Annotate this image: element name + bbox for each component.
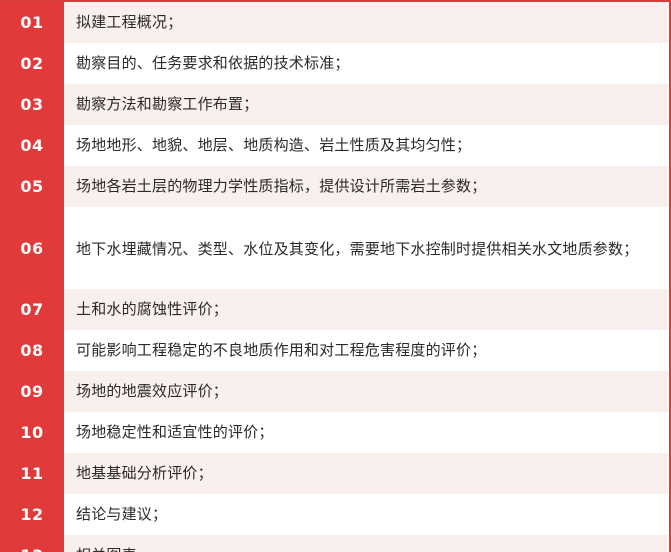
row-text: 土和水的腐蚀性评价； [76, 300, 229, 318]
row-text: 拟建工程概况； [76, 13, 183, 31]
row-number: 06 [0, 207, 64, 289]
table-row: 08 可能影响工程稳定的不良地质作用和对工程危害程度的评价； [0, 330, 669, 371]
row-number: 12 [0, 494, 64, 535]
row-number: 11 [0, 453, 64, 494]
row-number: 08 [0, 330, 64, 371]
table-row: 11 地基基础分析评价； [0, 453, 669, 494]
table-row: 12 结论与建议； [0, 494, 669, 535]
table-row: 07 土和水的腐蚀性评价； [0, 289, 669, 330]
row-text: 结论与建议； [76, 505, 168, 523]
table-row: 01 拟建工程概况； [0, 2, 669, 43]
row-text: 场地地形、地貌、地层、地质构造、岩土性质及其均匀性； [76, 136, 472, 154]
table-row: 02 勘察目的、任务要求和依据的技术标准； [0, 43, 669, 84]
table-row: 06 地下水埋藏情况、类型、水位及其变化，需要地下水控制时提供相关水文地质参数； [0, 207, 669, 289]
table-row: 10 场地稳定性和适宜性的评价； [0, 412, 669, 453]
table-row: 09 场地的地震效应评价； [0, 371, 669, 412]
row-number: 03 [0, 84, 64, 125]
row-number: 01 [0, 2, 64, 43]
row-text: 可能影响工程稳定的不良地质作用和对工程危害程度的评价； [76, 341, 487, 359]
table-row: 04 场地地形、地貌、地层、地质构造、岩土性质及其均匀性； [0, 125, 669, 166]
requirements-table: 01 拟建工程概况； 02 勘察目的、任务要求和依据的技术标准； 03 勘察方法和勘察工作… [0, 0, 671, 552]
row-text: 场地的地震效应评价； [76, 382, 229, 400]
row-number: 09 [0, 371, 64, 412]
table-row: 05 场地各岩土层的物理力学性质指标，提供设计所需岩土参数； [0, 166, 669, 207]
row-number: 13 [0, 535, 64, 552]
row-text: 场地稳定性和适宜性的评价； [76, 423, 274, 441]
table-row: 13相关图表。 [0, 535, 669, 552]
row-number: 04 [0, 125, 64, 166]
row-text: 勘察目的、任务要求和依据的技术标准； [76, 54, 350, 72]
row-text: 场地各岩土层的物理力学性质指标，提供设计所需岩土参数； [76, 177, 487, 195]
page-root: 01 拟建工程概况； 02 勘察目的、任务要求和依据的技术标准； 03 勘察方法和勘察工作… [0, 0, 671, 552]
row-text: 地基基础分析评价； [76, 464, 213, 482]
row-text: 勘察方法和勘察工作布置； [76, 95, 259, 113]
row-number: 02 [0, 43, 64, 84]
table-row: 03 勘察方法和勘察工作布置； [0, 84, 669, 125]
row-text: 地下水埋藏情况、类型、水位及其变化，需要地下水控制时提供相关水文地质参数； [76, 240, 639, 258]
row-text: 相关图表。 [64, 535, 669, 552]
row-number: 10 [0, 412, 64, 453]
row-number: 05 [0, 166, 64, 207]
row-number: 07 [0, 289, 64, 330]
